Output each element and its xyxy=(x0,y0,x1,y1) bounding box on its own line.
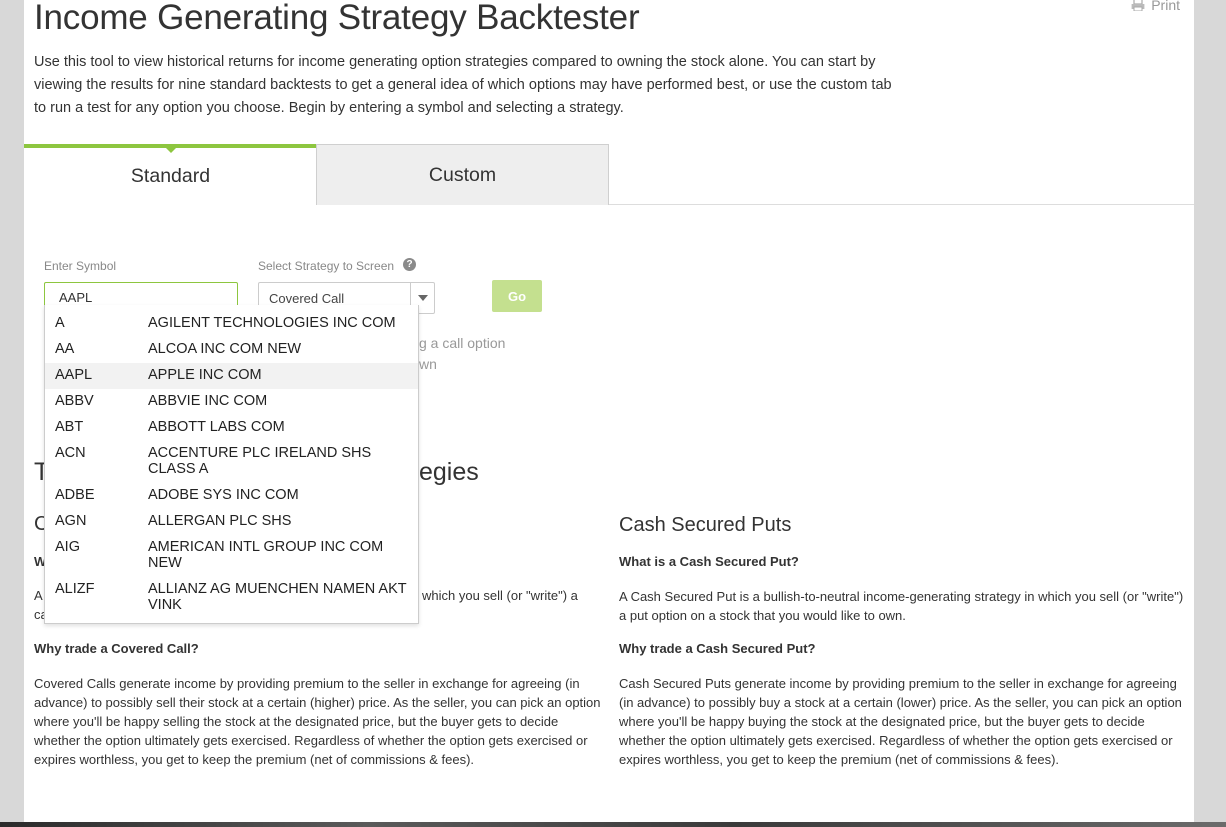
section-title-partial: egies xyxy=(419,458,479,486)
autocomplete-item[interactable]: ABBV ABBVIE INC COM xyxy=(45,389,418,415)
autocomplete-name: ACCENTURE PLC IRELAND SHS CLASS A xyxy=(148,445,372,477)
go-button[interactable]: Go xyxy=(492,280,542,312)
strategy-selected-value: Covered Call xyxy=(269,290,345,306)
autocomplete-name: ADOBE SYS INC COM xyxy=(148,487,299,503)
autocomplete-symbol: ALIZF xyxy=(55,581,95,597)
cash-secured-put-what-body: A Cash Secured Put is a bullish-to-neutr… xyxy=(619,589,1184,623)
tab-standard-label: Standard xyxy=(130,165,211,187)
tab-custom-label: Custom xyxy=(428,163,497,186)
print-label: Print xyxy=(1151,0,1180,13)
autocomplete-name: AMERICAN INTL GROUP INC COM NEW xyxy=(148,539,384,571)
autocomplete-item-highlighted[interactable]: AAPL APPLE INC COM xyxy=(45,363,418,389)
autocomplete-symbol: AGN xyxy=(55,513,87,529)
autocomplete-symbol: AAPL xyxy=(55,367,93,383)
autocomplete-item[interactable]: ADBE ADOBE SYS INC COM xyxy=(45,483,418,509)
autocomplete-symbol: A xyxy=(55,315,65,331)
page-title: Income Generating Strategy Backtester xyxy=(34,0,640,37)
intro-text: Use this tool to view historical returns… xyxy=(34,54,892,116)
strategy-description-partial: g a call option xyxy=(419,335,506,351)
autocomplete-name: ABBOTT LABS COM xyxy=(148,419,285,435)
autocomplete-symbol: ABT xyxy=(55,419,84,435)
strategy-description-partial-2: wn xyxy=(419,356,437,372)
page-container: Print Income Generating Strategy Backtes… xyxy=(24,0,1194,822)
tab-standard[interactable]: Standard xyxy=(24,144,317,205)
help-icon[interactable]: ? xyxy=(403,258,416,271)
printer-icon xyxy=(1131,0,1145,11)
active-tab-indicator xyxy=(164,147,177,153)
autocomplete-item[interactable]: AA ALCOA INC COM NEW xyxy=(45,337,418,363)
autocomplete-item[interactable]: AGN ALLERGAN PLC SHS xyxy=(45,509,418,535)
strategy-label: Select Strategy to Screen xyxy=(258,259,395,273)
autocomplete-symbol: ABBV xyxy=(55,393,94,409)
cash-secured-puts-title: Cash Secured Puts xyxy=(619,514,792,536)
autocomplete-name: APPLE INC COM xyxy=(148,367,262,383)
desktop-background-strip xyxy=(0,822,1226,827)
tab-custom[interactable]: Custom xyxy=(316,144,609,205)
covered-call-why-heading: Why trade a Covered Call? xyxy=(34,641,199,656)
autocomplete-name: ABBVIE INC COM xyxy=(148,393,268,409)
autocomplete-name: AGILENT TECHNOLOGIES INC COM xyxy=(148,315,396,331)
print-link[interactable]: Print xyxy=(1131,0,1180,13)
cash-secured-put-why-body: Cash Secured Puts generate income by pro… xyxy=(619,676,1182,767)
autocomplete-symbol: ACN xyxy=(55,445,86,461)
covered-call-why-body: Covered Calls generate income by providi… xyxy=(34,676,601,767)
autocomplete-item[interactable]: ALIZF ALLIANZ AG MUENCHEN NAMEN AKT VINK xyxy=(45,577,418,619)
autocomplete-item[interactable]: AIG AMERICAN INTL GROUP INC COM NEW xyxy=(45,535,418,577)
symbol-autocomplete-list: A AGILENT TECHNOLOGIES INC COM AA ALCOA … xyxy=(44,305,419,624)
autocomplete-name: ALCOA INC COM NEW xyxy=(148,341,302,357)
autocomplete-item[interactable]: ABT ABBOTT LABS COM xyxy=(45,415,418,441)
autocomplete-symbol: AA xyxy=(55,341,75,357)
covered-call-def-partial: which you sell (or "write") a xyxy=(422,588,578,603)
covered-call-def-letter: A xyxy=(34,588,43,603)
cash-secured-put-what-heading: What is a Cash Secured Put? xyxy=(619,554,799,569)
autocomplete-symbol: ADBE xyxy=(55,487,95,503)
cash-secured-put-why-heading: Why trade a Cash Secured Put? xyxy=(619,641,816,656)
autocomplete-name: ALLIANZ AG MUENCHEN NAMEN AKT VINK xyxy=(148,581,407,613)
symbol-label: Enter Symbol xyxy=(44,259,117,273)
autocomplete-symbol: AIG xyxy=(55,539,80,555)
autocomplete-item[interactable]: ACN ACCENTURE PLC IRELAND SHS CLASS A xyxy=(45,441,418,483)
autocomplete-item[interactable]: A AGILENT TECHNOLOGIES INC COM xyxy=(45,311,418,337)
autocomplete-name: ALLERGAN PLC SHS xyxy=(148,513,292,529)
